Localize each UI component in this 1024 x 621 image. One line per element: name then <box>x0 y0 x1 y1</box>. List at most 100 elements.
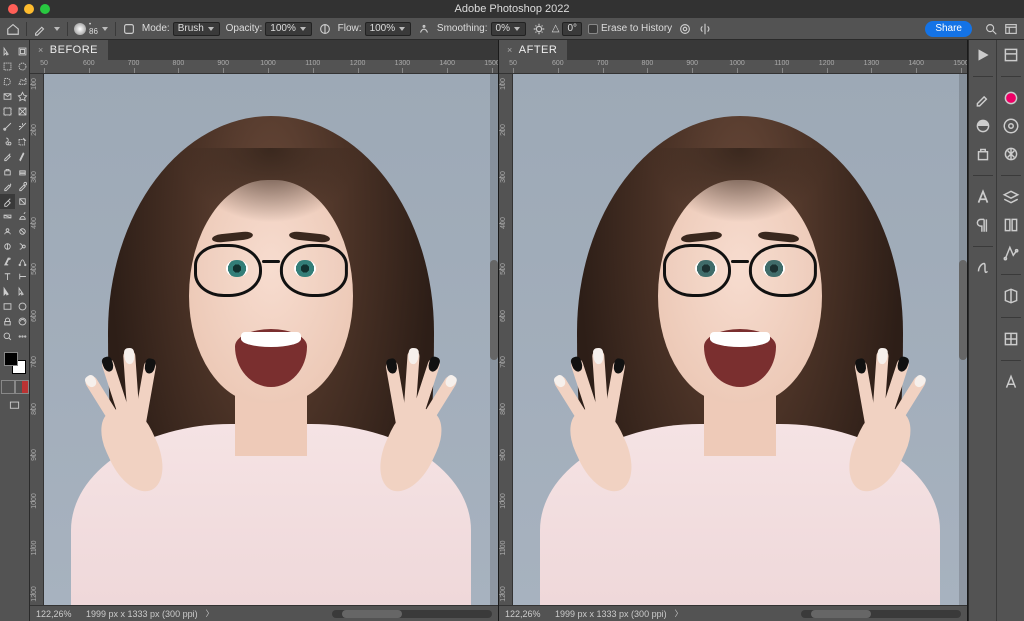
paragraph-panel-icon[interactable] <box>974 216 992 234</box>
patch-tool[interactable] <box>15 134 30 149</box>
spot-healing-brush-tool[interactable] <box>0 134 15 149</box>
horizontal-scrollbar[interactable] <box>332 610 492 618</box>
paint-bucket-tool[interactable] <box>15 209 30 224</box>
pencil-tool[interactable] <box>15 149 30 164</box>
rectangle-tool[interactable] <box>0 299 15 314</box>
standard-mode-button[interactable] <box>1 380 15 394</box>
smoothing-input[interactable]: 0% <box>491 22 526 36</box>
document-info[interactable]: 1999 px x 1333 px (300 ppi) <box>555 609 667 619</box>
clone-stamp-tool[interactable] <box>0 164 15 179</box>
move-tool[interactable] <box>0 44 15 59</box>
rectangular-marquee-tool[interactable] <box>0 59 15 74</box>
lasso-tool[interactable] <box>0 74 15 89</box>
gradient-tool[interactable] <box>0 209 15 224</box>
foreground-color-swatch[interactable] <box>4 352 18 366</box>
document-tab-after[interactable]: × AFTER <box>499 40 567 60</box>
path-selection-tool[interactable] <box>0 284 15 299</box>
airbrush-icon[interactable] <box>417 22 431 36</box>
status-menu-chevron[interactable]: 〉 <box>675 608 683 619</box>
history-brush-tool[interactable] <box>0 179 15 194</box>
paths-panel-icon[interactable] <box>1002 244 1020 262</box>
workspace-switcher-icon[interactable] <box>1004 22 1018 36</box>
magic-wand-tool[interactable] <box>15 89 30 104</box>
rotate-view-tool[interactable] <box>15 314 30 329</box>
gradients-panel-icon[interactable] <box>1002 145 1020 163</box>
chevron-down-icon[interactable] <box>101 25 109 33</box>
pattern-stamp-tool[interactable] <box>15 164 30 179</box>
patterns-panel-icon[interactable] <box>1002 330 1020 348</box>
hand-tool[interactable] <box>0 314 15 329</box>
foreground-background-colors[interactable] <box>2 350 28 376</box>
elliptical-marquee-tool[interactable] <box>15 59 30 74</box>
direct-selection-tool[interactable] <box>15 284 30 299</box>
crop-tool[interactable] <box>0 104 15 119</box>
home-icon[interactable] <box>6 22 20 36</box>
object-selection-tool[interactable] <box>0 89 15 104</box>
eyedropper-tool[interactable] <box>0 119 15 134</box>
close-tab-icon[interactable]: × <box>38 45 44 55</box>
brush-tool[interactable] <box>0 149 15 164</box>
polygonal-lasso-tool[interactable] <box>15 74 30 89</box>
ruler-tool[interactable] <box>15 119 30 134</box>
tool-preset-picker[interactable] <box>33 22 47 36</box>
vertical-ruler[interactable]: 100200300400500600700800900100011001200 <box>30 74 44 605</box>
scrollbar-thumb[interactable] <box>959 260 967 360</box>
share-button[interactable]: Share <box>925 21 972 37</box>
play-action-icon[interactable] <box>974 46 992 64</box>
artboard-tool[interactable] <box>15 44 30 59</box>
adjustments-panel-icon[interactable] <box>974 117 992 135</box>
chevron-down-icon[interactable] <box>53 25 61 33</box>
horizontal-ruler[interactable]: 50600700800900100011001200130014001500 <box>499 60 967 74</box>
angle-input[interactable]: 0° <box>562 22 582 36</box>
document-info[interactable]: 1999 px x 1333 px (300 ppi) <box>86 609 198 619</box>
horizontal-ruler[interactable]: 50600700800900100011001200130014001500 <box>30 60 498 74</box>
screen-mode-button[interactable] <box>1 398 29 413</box>
search-icon[interactable] <box>984 22 998 36</box>
quick-mask-mode-button[interactable] <box>15 380 29 394</box>
scrollbar-thumb[interactable] <box>811 610 871 618</box>
frame-tool[interactable] <box>15 104 30 119</box>
pen-tool[interactable] <box>0 254 15 269</box>
mode-select[interactable]: Brush <box>173 22 220 36</box>
properties-panel-icon[interactable] <box>1002 46 1020 64</box>
sharpen-tool[interactable] <box>15 224 30 239</box>
swatches-panel-icon[interactable] <box>1002 117 1020 135</box>
edit-toolbar[interactable] <box>15 329 30 344</box>
blur-tool[interactable] <box>0 224 15 239</box>
minimize-window-button[interactable] <box>24 4 34 14</box>
flow-input[interactable]: 100% <box>365 22 411 36</box>
vertical-scrollbar[interactable] <box>959 74 967 605</box>
scrollbar-thumb[interactable] <box>342 610 402 618</box>
zoom-level[interactable]: 122,26% <box>505 609 547 619</box>
vertical-ruler[interactable]: 100200300400500600700800900100011001200 <box>499 74 513 605</box>
horizontal-type-tool[interactable] <box>0 269 15 284</box>
symmetry-icon[interactable] <box>698 22 712 36</box>
maximize-window-button[interactable] <box>40 4 50 14</box>
erase-to-history-checkbox[interactable]: Erase to History <box>588 23 672 34</box>
brush-preset-picker[interactable]: • 86 <box>74 22 109 36</box>
pressure-opacity-icon[interactable] <box>318 22 332 36</box>
layers-panel-icon[interactable] <box>1002 188 1020 206</box>
horizontal-scrollbar[interactable] <box>801 610 961 618</box>
ellipse-tool[interactable] <box>15 299 30 314</box>
status-menu-chevron[interactable]: 〉 <box>206 608 214 619</box>
smoothing-options-icon[interactable] <box>532 22 546 36</box>
eraser-tool[interactable] <box>0 194 15 209</box>
glyphs-panel-icon[interactable] <box>974 259 992 277</box>
vertical-type-tool[interactable] <box>15 269 30 284</box>
pressure-size-icon[interactable] <box>678 22 692 36</box>
art-history-brush-tool[interactable] <box>15 179 30 194</box>
brush-settings-icon[interactable] <box>122 22 136 36</box>
clone-source-panel-icon[interactable] <box>974 145 992 163</box>
canvas-before[interactable] <box>44 74 498 605</box>
canvas-after[interactable] <box>513 74 967 605</box>
freeform-pen-tool[interactable] <box>15 254 30 269</box>
burn-tool[interactable] <box>15 239 30 254</box>
history-panel-icon[interactable] <box>1002 373 1020 391</box>
character-panel-icon[interactable] <box>974 188 992 206</box>
zoom-level[interactable]: 122,26% <box>36 609 78 619</box>
channels-panel-icon[interactable] <box>1002 216 1020 234</box>
color-panel-icon[interactable] <box>1002 89 1020 107</box>
vertical-scrollbar[interactable] <box>490 74 498 605</box>
background-eraser-tool[interactable] <box>15 194 30 209</box>
